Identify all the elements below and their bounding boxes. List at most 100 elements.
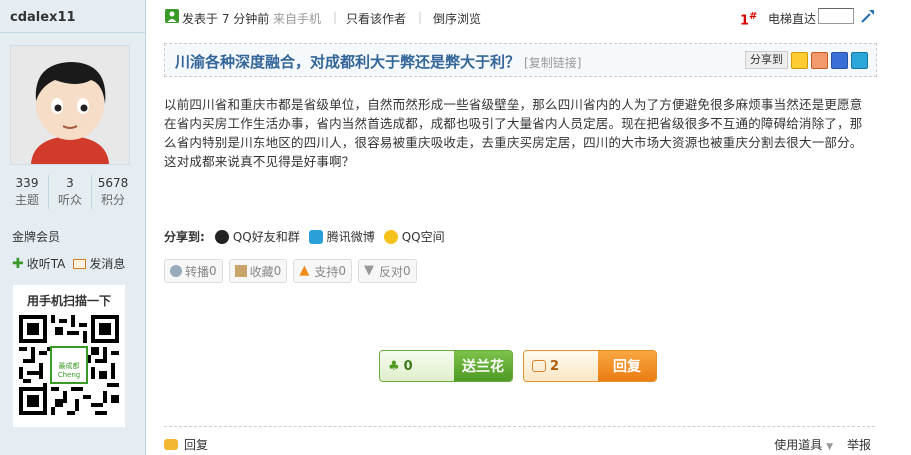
flower-label: 送兰花: [454, 351, 512, 381]
support-button[interactable]: ▲ 支持 0: [293, 259, 352, 283]
share-qq-friends-label: QQ好友和群: [232, 230, 300, 244]
thumbs-down-icon: ▼: [363, 263, 374, 278]
stat-points-count: 5678: [97, 176, 129, 190]
reverse-order-link[interactable]: 倒序浏览: [433, 10, 481, 27]
weibo-share-icon[interactable]: [851, 51, 868, 69]
floor-jump-input[interactable]: [818, 8, 854, 24]
author-actions: ✚ 收听TA 发消息: [12, 255, 125, 272]
floor-number[interactable]: 1#: [740, 11, 757, 28]
share-row: 分享到: QQ好友和群 腾讯微博 QQ空间: [164, 228, 454, 245]
sidebar-divider: [0, 32, 145, 33]
favorite-icon: [234, 265, 247, 277]
qq-penguin-icon: [214, 229, 229, 244]
oppose-button[interactable]: ▼ 反对 0: [357, 259, 417, 283]
use-tools-label: 使用道具: [774, 438, 823, 452]
message-button[interactable]: 发消息: [73, 255, 125, 272]
qr-logo-sub: Cheng: [57, 371, 81, 379]
divider: |: [418, 10, 423, 24]
flower-count-box: ♣ 0: [380, 351, 454, 381]
share-tencent-weibo[interactable]: 腾讯微博: [308, 228, 375, 245]
qr-logo: 最成都 Cheng: [53, 362, 85, 380]
thumbs-up-icon: ▲: [299, 263, 310, 278]
support-label: 支持: [314, 264, 339, 279]
share-qq-friends[interactable]: QQ好友和群: [214, 228, 300, 245]
support-count: 0: [338, 264, 346, 278]
reply-label: 回复: [598, 351, 656, 381]
favorite-count: 0: [273, 264, 282, 278]
stat-listeners-label: 听众: [57, 193, 82, 207]
forward-label: 转播: [185, 264, 210, 279]
footer-tools: 使用道具 ▼ 举报: [774, 436, 871, 453]
orchid-icon: ♣: [388, 358, 400, 374]
forward-button[interactable]: 转播 0: [164, 259, 223, 283]
post-source[interactable]: 来自手机: [273, 10, 321, 27]
floor-number-value: 1: [740, 13, 750, 29]
avatar[interactable]: [10, 45, 130, 165]
stat-listeners-count: 3: [66, 176, 74, 190]
share-label: 分享到:: [164, 230, 205, 244]
divider: |: [333, 10, 338, 24]
send-flower-button[interactable]: ♣ 0 送兰花: [379, 350, 513, 382]
mail-icon: [73, 258, 87, 269]
user-rank[interactable]: 金牌会员: [12, 228, 60, 245]
flower-count: 0: [403, 358, 413, 374]
stat-points-label: 积分: [100, 193, 125, 207]
stat-topics[interactable]: 339 主题: [6, 175, 49, 209]
oppose-count: 0: [402, 264, 411, 278]
author-only-link[interactable]: 只看该作者: [346, 10, 406, 27]
qr-title: 用手机扫描一下: [26, 294, 111, 308]
author-sidebar: cdalex11 339 主题 3 听众 5678 积分 金牌会员 ✚ 收听TA…: [0, 0, 146, 455]
qr-panel: 用手机扫描一下 最成都 Cheng: [13, 285, 125, 427]
paw-share-icon[interactable]: [831, 51, 848, 69]
use-tools-menu[interactable]: 使用道具 ▼: [774, 436, 833, 453]
stat-points[interactable]: 5678 积分: [92, 175, 134, 209]
star-share-icon[interactable]: [791, 51, 808, 69]
avatar-image: [11, 46, 129, 164]
stat-topics-label: 主题: [14, 193, 39, 207]
post-title: 川渝各种深度融合，对成都利大于弊还是弊大于利？ [复制链接]: [175, 51, 581, 72]
message-label: 发消息: [89, 257, 126, 271]
reply-count-box: 2: [524, 351, 598, 381]
share-qzone[interactable]: QQ空间: [383, 228, 445, 245]
chevron-down-icon: ▼: [826, 442, 833, 452]
post-meta-bar: 发表于 7 分钟前 来自手机 | 只看该作者 | 倒序浏览 1# 电梯直达: [165, 8, 875, 28]
go-icon[interactable]: [860, 8, 876, 27]
post-title-text: 川渝各种深度融合，对成都利大于弊还是弊大于利？: [175, 53, 521, 71]
qr-logo-text: 最成都: [58, 362, 80, 370]
footer-reply-link[interactable]: 回复: [164, 436, 208, 453]
stat-listeners[interactable]: 3 听众: [49, 175, 92, 209]
favorite-label: 收藏: [249, 264, 274, 279]
floor-jump-label: 电梯直达: [768, 12, 817, 26]
post-time: 发表于 7 分钟前: [182, 12, 270, 26]
report-link[interactable]: 举报: [847, 436, 871, 453]
post-title-bar: 川渝各种深度融合，对成都利大于弊还是弊大于利？ [复制链接] 分享到: [164, 43, 877, 77]
stat-topics-count: 339: [15, 176, 39, 190]
author-online-icon: [165, 9, 179, 26]
share-icons: 分享到: [745, 51, 868, 69]
tencent-weibo-icon: [308, 229, 323, 244]
plus-icon: ✚: [12, 255, 24, 272]
floor-mark: #: [749, 11, 758, 22]
reply-count: 2: [550, 358, 560, 374]
follow-button[interactable]: ✚ 收听TA: [12, 255, 65, 272]
author-stats: 339 主题 3 听众 5678 积分: [6, 175, 134, 209]
author-name[interactable]: cdalex11: [10, 10, 76, 25]
forward-icon: [170, 265, 182, 277]
footer-reply-label: 回复: [184, 438, 209, 452]
reply-bubble-icon: [164, 439, 178, 450]
follow-label: 收听TA: [26, 257, 66, 271]
comment-icon: [532, 360, 546, 372]
post-actions: 转播 0 收藏 0 ▲ 支持 0 ▼ 反对 0: [164, 259, 417, 283]
home-share-icon[interactable]: [811, 51, 828, 69]
reply-button[interactable]: 2 回复: [523, 350, 657, 382]
favorite-button[interactable]: 收藏 0: [228, 259, 288, 283]
oppose-label: 反对: [378, 264, 403, 279]
share-qzone-label: QQ空间: [401, 230, 445, 244]
qzone-star-icon: [383, 229, 398, 244]
post-footer-divider: [164, 426, 875, 427]
forward-count: 0: [209, 264, 217, 278]
share-tencent-weibo-label: 腾讯微博: [326, 230, 375, 244]
share-to-label: 分享到: [745, 51, 788, 69]
post-body: 以前四川省和重庆市都是省级单位，自然而然形成一些省级壁垒，那么四川省内的人为了方…: [164, 97, 863, 169]
copy-link-button[interactable]: [复制链接]: [524, 56, 581, 70]
